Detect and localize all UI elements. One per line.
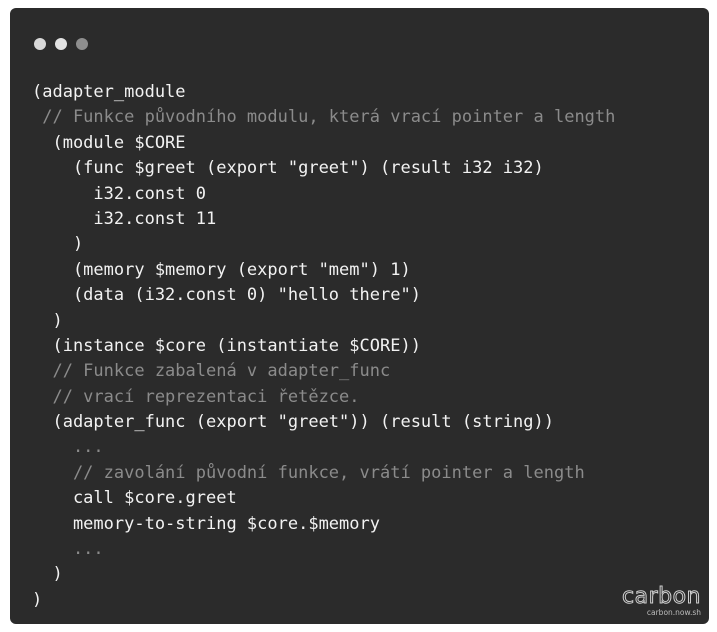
- code-ellipsis-line: ...: [32, 437, 104, 458]
- code-line: i32.const 11: [32, 208, 217, 229]
- code-line: call $core.greet: [32, 488, 237, 509]
- code-line: i32.const 0: [32, 183, 206, 204]
- code-block: (adapter_module // Funkce původního modu…: [32, 80, 615, 613]
- code-line: ): [32, 589, 43, 610]
- code-line: (module $CORE: [32, 132, 186, 153]
- code-line: (adapter_module: [32, 82, 186, 102]
- minimize-dot-icon: [55, 38, 67, 50]
- code-line: (memory $memory (export "mem") 1): [32, 259, 411, 280]
- code-comment-line: // zavolání původní funkce, vrátí pointe…: [32, 462, 585, 483]
- code-line: ): [32, 234, 84, 255]
- code-window: (adapter_module // Funkce původního modu…: [10, 8, 709, 624]
- code-line: ): [32, 564, 63, 585]
- code-comment-line: // Funkce zabalená v adapter_func: [32, 361, 391, 382]
- close-dot-icon: [34, 38, 46, 50]
- window-controls: [34, 38, 88, 50]
- maximize-dot-icon: [76, 38, 88, 50]
- code-line: ): [32, 310, 63, 331]
- code-ellipsis-line: ...: [32, 539, 104, 560]
- carbon-watermark: carbon carbon.now.sh: [622, 584, 702, 618]
- code-line: (adapter_func (export "greet")) (result …: [32, 412, 554, 433]
- code-line: (func $greet (export "greet") (result i3…: [32, 158, 544, 179]
- carbon-logo: carbon: [622, 584, 702, 609]
- code-line: (data (i32.const 0) "hello there"): [32, 285, 421, 306]
- code-line: (instance $core (instantiate $CORE)): [32, 335, 421, 356]
- carbon-url: carbon.now.sh: [646, 608, 701, 617]
- code-comment-line: // vrací reprezentaci řetězce.: [32, 386, 360, 407]
- code-line: memory-to-string $core.$memory: [32, 513, 380, 534]
- code-comment-line: // Funkce původního modulu, která vrací …: [32, 107, 616, 128]
